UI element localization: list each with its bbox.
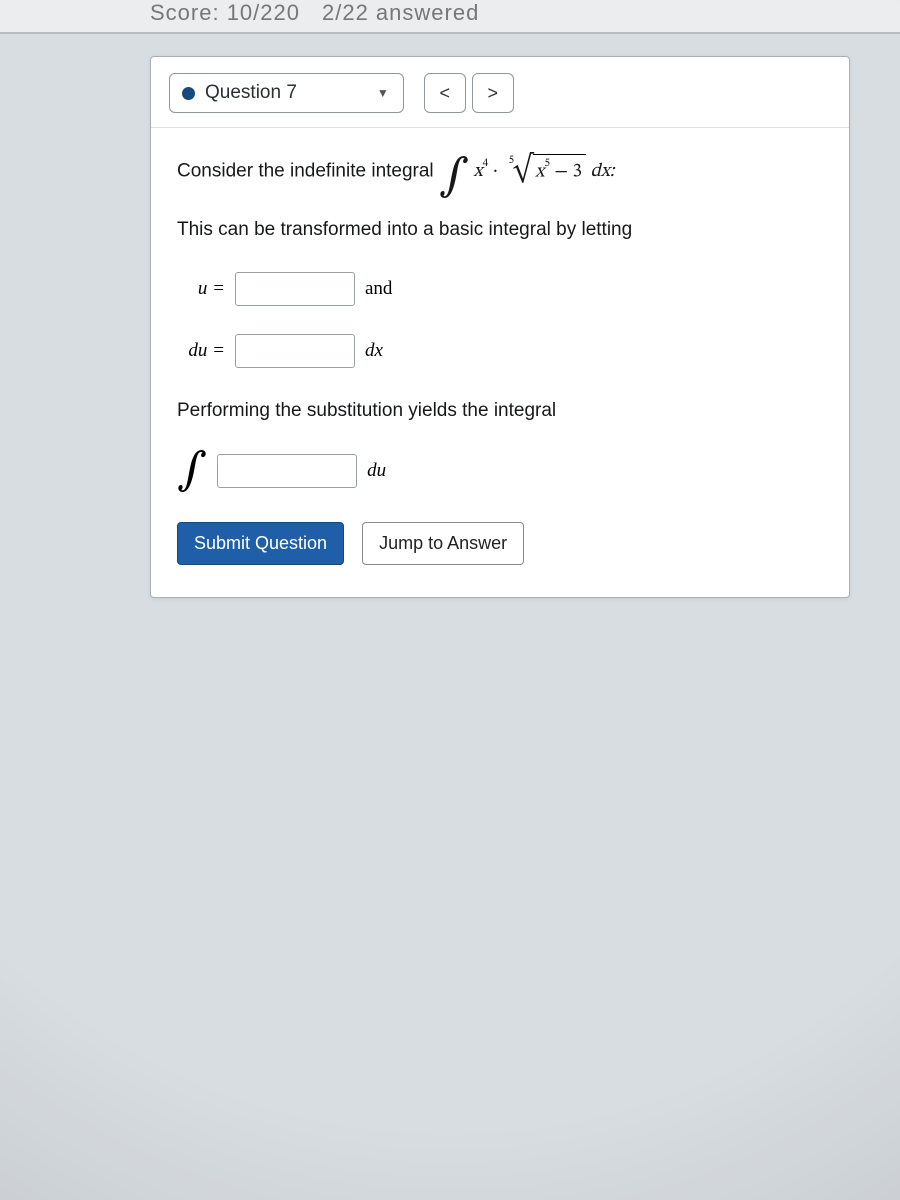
radicand-x: x [535, 162, 544, 181]
prev-question-button[interactable]: < [424, 73, 466, 113]
dot-icon: · [493, 162, 498, 181]
prompt-prefix: Consider the indefinite integral [177, 160, 439, 181]
du-equation-row: du = dx [177, 334, 823, 368]
prompt-line-2: This can be transformed into a basic int… [177, 215, 823, 244]
and-label: and [365, 278, 392, 300]
du-label: du = [177, 340, 225, 362]
root-degree: 5 [509, 152, 514, 169]
question-label: Question 7 [205, 82, 297, 104]
action-row: Submit Question Jump to Answer [177, 522, 823, 565]
question-card: Question 7 ▼ < > Consider the indefinite… [150, 56, 850, 598]
question-body: Consider the indefinite integral ∫ x4 · … [151, 128, 849, 597]
u-input[interactable] [235, 272, 355, 306]
u-label: u = [177, 278, 225, 300]
integral-expression: ∫ x4 · 5 √ x5 − 3 dx: [439, 162, 615, 181]
question-nav: < > [424, 73, 514, 113]
dx-label: dx [365, 340, 383, 362]
score-bar: Score: 10/220 2/22 answered [0, 0, 900, 34]
next-question-button[interactable]: > [472, 73, 514, 113]
du-input[interactable] [235, 334, 355, 368]
integrand-input[interactable] [217, 454, 357, 488]
question-header: Question 7 ▼ < > [151, 57, 849, 128]
status-dot-icon [182, 87, 195, 100]
prompt-line-1: Consider the indefinite integral ∫ x4 · … [177, 154, 823, 187]
du-tail: du [367, 460, 386, 482]
jump-to-answer-button[interactable]: Jump to Answer [362, 522, 524, 565]
radicand-tail: − 3 [550, 162, 582, 181]
integrand-x: x [474, 162, 483, 181]
question-selector[interactable]: Question 7 ▼ [169, 73, 404, 113]
integrand-x-exp: 4 [483, 157, 489, 169]
result-integral-row: ∫ du [177, 454, 823, 488]
answered-text: 2/22 answered [322, 0, 479, 26]
score-text: Score: 10/220 [150, 0, 300, 26]
submit-question-button[interactable]: Submit Question [177, 522, 344, 565]
radicand: x5 − 3 [533, 154, 586, 187]
radical-expression: 5 √ x5 − 3 [509, 154, 586, 187]
u-equation-row: u = and [177, 272, 823, 306]
caret-down-icon: ▼ [377, 86, 389, 100]
dx-tail: dx: [590, 162, 614, 181]
prompt-line-3: Performing the substitution yields the i… [177, 396, 823, 425]
